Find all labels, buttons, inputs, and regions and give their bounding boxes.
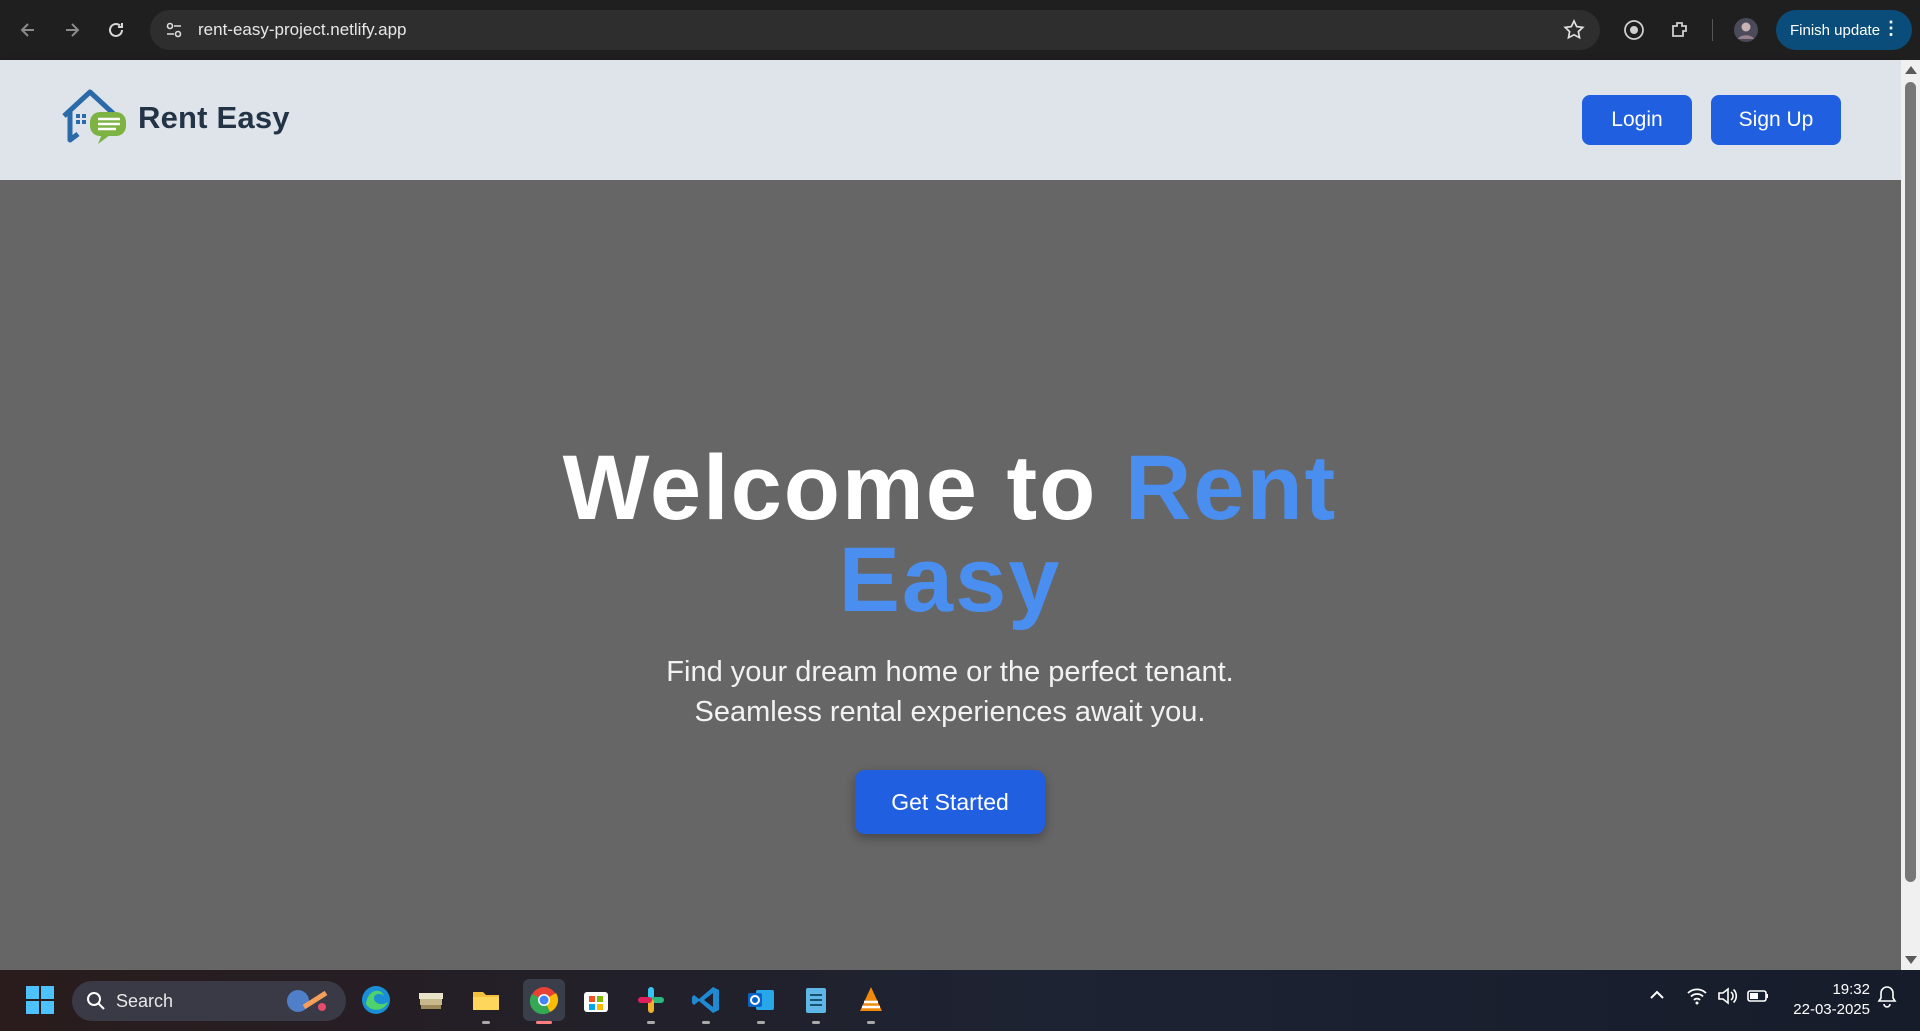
signup-button[interactable]: Sign Up	[1711, 95, 1841, 145]
taskbar-search-label: Search	[116, 990, 174, 1011]
brand-logo[interactable]: Rent Easy	[58, 86, 290, 150]
clock-date: 22-03-2025	[1793, 1001, 1870, 1018]
reload-icon[interactable]	[98, 12, 134, 48]
toolbar-divider	[1710, 12, 1714, 48]
notification-bell-icon[interactable]	[1876, 984, 1898, 1013]
more-vertical-icon: ⋮	[1882, 18, 1900, 38]
clock-time: 19:32	[1832, 981, 1870, 998]
hero-section: Welcome to Rent Easy Find your dream hom…	[0, 180, 1901, 970]
finish-update-label: Finish update	[1790, 21, 1881, 39]
active-indicator	[536, 1021, 552, 1024]
get-started-button[interactable]: Get Started	[855, 770, 1045, 834]
running-indicator	[812, 1021, 820, 1024]
profile-avatar[interactable]	[1728, 12, 1764, 48]
page-scrollbar[interactable]	[1901, 60, 1920, 970]
scroll-up-arrow-icon[interactable]	[1905, 66, 1917, 74]
vscode-icon[interactable]	[688, 982, 724, 1024]
media-control-icon[interactable]	[1616, 12, 1652, 48]
chrome-browser-icon[interactable]	[523, 979, 565, 1024]
hero-title-lead: Welcome to	[562, 437, 1125, 539]
house-chat-logo-icon	[62, 89, 126, 144]
url-text: rent-easy-project.netlify.app	[198, 20, 407, 39]
microsoft-store-icon[interactable]	[578, 982, 614, 1018]
site-settings-icon[interactable]	[162, 18, 186, 42]
bookmark-star-icon[interactable]	[1562, 18, 1586, 42]
search-highlight-icon	[287, 990, 328, 1012]
browser-toolbar: rent-easy-project.netlify.app Finish upd…	[0, 0, 1920, 60]
hero-subtitle-line-1: Find your dream home or the perfect tena…	[666, 656, 1234, 688]
hero-title: Welcome to Rent Easy	[450, 442, 1450, 626]
forward-arrow-icon[interactable]	[54, 12, 90, 48]
file-stack-app-icon[interactable]	[413, 982, 449, 1018]
battery-icon[interactable]	[1746, 986, 1770, 1011]
back-arrow-icon[interactable]	[10, 12, 46, 48]
scrollbar-thumb[interactable]	[1905, 82, 1916, 882]
running-indicator	[867, 1021, 875, 1024]
login-button[interactable]: Login	[1582, 95, 1692, 145]
file-explorer-icon[interactable]	[468, 982, 504, 1024]
scroll-down-arrow-icon[interactable]	[1905, 956, 1917, 964]
brand-name: Rent Easy	[138, 100, 290, 135]
site-header: Rent Easy Login Sign Up	[0, 60, 1901, 180]
search-icon	[87, 992, 105, 1010]
extensions-puzzle-icon[interactable]	[1662, 12, 1698, 48]
windows-start-icon[interactable]	[22, 982, 58, 1018]
system-clock[interactable]: 19:32 22-03-2025	[1770, 980, 1870, 1020]
vlc-icon[interactable]	[853, 982, 889, 1024]
edge-browser-icon[interactable]	[358, 982, 394, 1018]
taskbar: Search 19:32 22-03-2025	[0, 970, 1920, 1031]
running-indicator	[647, 1021, 655, 1024]
hero-subtitle-line-2: Seamless rental experiences await you.	[694, 696, 1206, 728]
taskbar-search-box[interactable]: Search	[72, 981, 346, 1021]
address-bar[interactable]: rent-easy-project.netlify.app	[150, 10, 1600, 50]
running-indicator	[482, 1021, 490, 1024]
running-indicator	[757, 1021, 765, 1024]
wifi-icon[interactable]	[1686, 986, 1708, 1011]
slack-icon[interactable]	[633, 982, 669, 1024]
volume-icon[interactable]	[1716, 986, 1738, 1011]
notepad-icon[interactable]	[798, 982, 834, 1024]
running-indicator	[702, 1021, 710, 1024]
finish-update-button[interactable]: Finish update ⋮	[1776, 10, 1912, 50]
outlook-icon[interactable]	[743, 982, 779, 1024]
show-hidden-icons-chevron-icon[interactable]	[1648, 986, 1666, 1009]
hero-subtitle: Find your dream home or the perfect tena…	[550, 652, 1350, 732]
